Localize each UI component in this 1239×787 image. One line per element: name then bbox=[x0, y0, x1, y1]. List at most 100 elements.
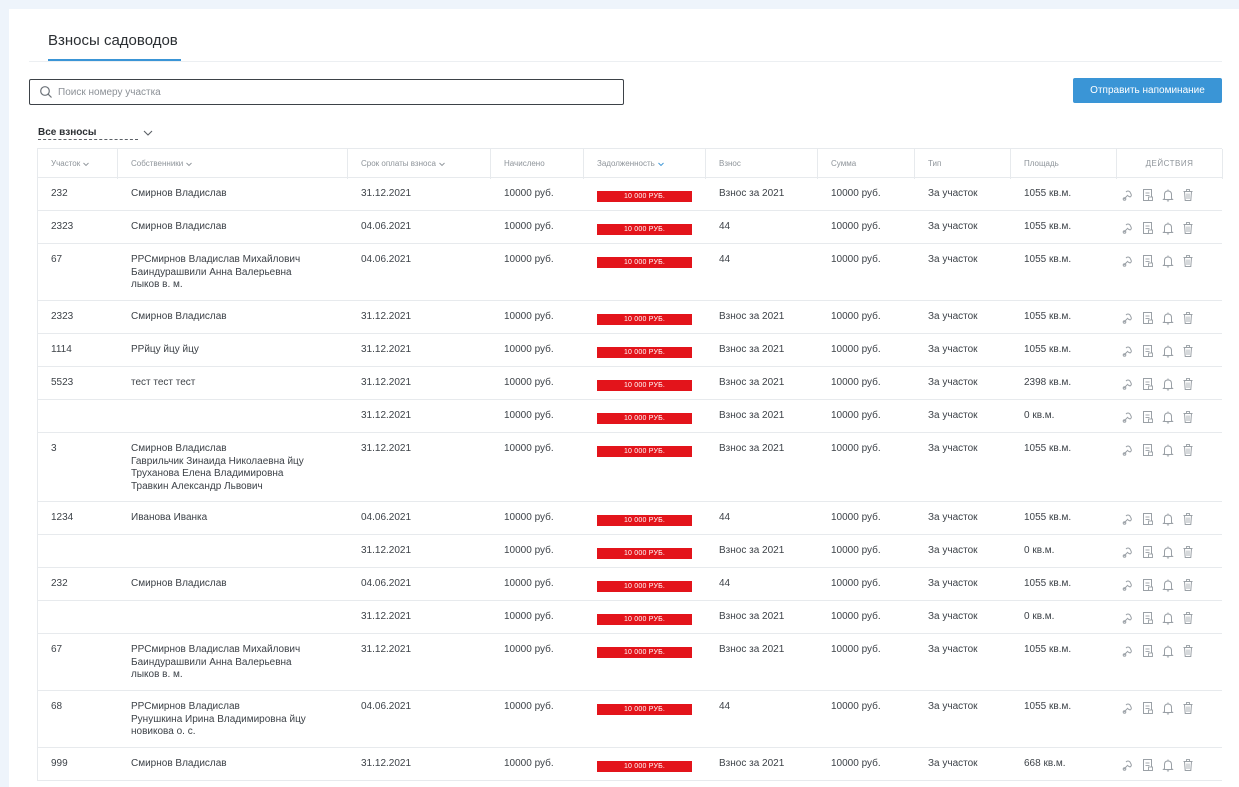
document-icon[interactable] bbox=[1141, 254, 1155, 268]
trash-icon[interactable] bbox=[1181, 254, 1195, 268]
pay-icon[interactable] bbox=[1121, 758, 1135, 772]
table-row[interactable]: 31.12.2021 10000 руб. Взнос за 2021 10000 р… bbox=[38, 535, 1222, 568]
pay-icon[interactable] bbox=[1121, 254, 1135, 268]
table-row[interactable]: 68 РРСмирнов Владислав Рунушкина Ирина Вла… bbox=[38, 691, 1222, 748]
pay-icon[interactable] bbox=[1121, 545, 1135, 559]
bell-icon[interactable] bbox=[1161, 758, 1175, 772]
pay-icon[interactable] bbox=[1121, 578, 1135, 592]
document-icon[interactable] bbox=[1141, 221, 1155, 235]
pay-icon[interactable] bbox=[1121, 611, 1135, 625]
document-icon[interactable] bbox=[1141, 644, 1155, 658]
sum-cell: 10000 руб. bbox=[831, 701, 881, 712]
send-reminder-button[interactable]: Отправить напоминание bbox=[1073, 78, 1222, 103]
bell-icon[interactable] bbox=[1161, 611, 1175, 625]
table-row[interactable]: 999 Смирнов Владислав 31.12.2021 10000 руб.… bbox=[38, 748, 1222, 781]
bell-icon[interactable] bbox=[1161, 644, 1175, 658]
document-icon[interactable] bbox=[1141, 377, 1155, 391]
trash-icon[interactable] bbox=[1181, 758, 1195, 772]
document-icon[interactable] bbox=[1141, 188, 1155, 202]
table-row[interactable]: 31.12.2021 10000 руб. Взнос за 2021 10000 р… bbox=[38, 601, 1222, 634]
trash-icon[interactable] bbox=[1181, 545, 1195, 559]
table-row[interactable]: 31.12.2021 10000 руб. Взнос за 2021 10000 р… bbox=[38, 400, 1222, 433]
document-icon[interactable] bbox=[1141, 443, 1155, 457]
document-icon[interactable] bbox=[1141, 758, 1155, 772]
document-icon[interactable] bbox=[1141, 344, 1155, 358]
fee-cell: Взнос за 2021 bbox=[719, 644, 785, 655]
pay-icon[interactable] bbox=[1121, 410, 1135, 424]
trash-icon[interactable] bbox=[1181, 188, 1195, 202]
table-row[interactable]: 5523 тест тест тест 31.12.2021 10000 руб. Вз… bbox=[38, 367, 1222, 400]
owner-name: Рунушкина Ирина Владимировна йцу bbox=[131, 713, 306, 725]
trash-icon[interactable] bbox=[1181, 344, 1195, 358]
document-icon[interactable] bbox=[1141, 611, 1155, 625]
pay-icon[interactable] bbox=[1121, 311, 1135, 325]
debt-badge: 10 000 РУБ. bbox=[597, 314, 692, 325]
column-header-owners[interactable]: Собственники bbox=[118, 149, 348, 179]
column-header-plot[interactable]: Участок bbox=[38, 149, 118, 179]
column-header-actions: ДЕЙСТВИЯ bbox=[1117, 149, 1223, 179]
bell-icon[interactable] bbox=[1161, 512, 1175, 526]
fee-filter-dropdown[interactable]: Все взносы bbox=[38, 125, 154, 141]
accrued-cell: 10000 руб. bbox=[504, 758, 554, 769]
document-icon[interactable] bbox=[1141, 578, 1155, 592]
bell-icon[interactable] bbox=[1161, 254, 1175, 268]
debt-badge: 10 000 РУБ. bbox=[597, 515, 692, 526]
table-row[interactable]: 67 РРСмирнов Владислав Михайлович Баиндура… bbox=[38, 634, 1222, 691]
bell-icon[interactable] bbox=[1161, 344, 1175, 358]
bell-icon[interactable] bbox=[1161, 701, 1175, 715]
bell-icon[interactable] bbox=[1161, 545, 1175, 559]
column-header-debt[interactable]: Задолженность bbox=[584, 149, 706, 179]
column-header-due-date[interactable]: Срок оплаты взноса bbox=[348, 149, 491, 179]
due-date-cell: 04.06.2021 bbox=[361, 254, 412, 265]
table-row[interactable]: 67 РРСмирнов Владислав Михайлович Баиндура… bbox=[38, 244, 1222, 301]
trash-icon[interactable] bbox=[1181, 512, 1195, 526]
tab-garden-fees[interactable]: Взносы садоводов bbox=[48, 20, 178, 62]
trash-icon[interactable] bbox=[1181, 578, 1195, 592]
bell-icon[interactable] bbox=[1161, 377, 1175, 391]
document-icon[interactable] bbox=[1141, 701, 1155, 715]
pay-icon[interactable] bbox=[1121, 443, 1135, 457]
bell-icon[interactable] bbox=[1161, 443, 1175, 457]
document-icon[interactable] bbox=[1141, 512, 1155, 526]
document-icon[interactable] bbox=[1141, 545, 1155, 559]
accrued-cell: 10000 руб. bbox=[504, 701, 554, 712]
sum-cell: 10000 руб. bbox=[831, 578, 881, 589]
pay-icon[interactable] bbox=[1121, 344, 1135, 358]
plot-cell: 999 bbox=[51, 758, 68, 769]
trash-icon[interactable] bbox=[1181, 611, 1195, 625]
type-cell: За участок bbox=[928, 545, 978, 556]
owner-name: РРСмирнов Владислав bbox=[131, 701, 240, 712]
trash-icon[interactable] bbox=[1181, 221, 1195, 235]
table-row[interactable]: 2323 Смирнов Владислав 31.12.2021 10000 руб… bbox=[38, 301, 1222, 334]
table-row[interactable]: 1234 Иванова Иванка 04.06.2021 10000 руб. 44… bbox=[38, 502, 1222, 535]
accrued-cell: 10000 руб. bbox=[504, 344, 554, 355]
accrued-cell: 10000 руб. bbox=[504, 254, 554, 265]
document-icon[interactable] bbox=[1141, 410, 1155, 424]
pay-icon[interactable] bbox=[1121, 512, 1135, 526]
table-row[interactable]: 232 Смирнов Владислав 04.06.2021 10000 руб.… bbox=[38, 568, 1222, 601]
pay-icon[interactable] bbox=[1121, 377, 1135, 391]
type-cell: За участок bbox=[928, 578, 978, 589]
bell-icon[interactable] bbox=[1161, 578, 1175, 592]
table-row[interactable]: 3 Смирнов Владислав Гаврильчик Зинаида Ник… bbox=[38, 433, 1222, 502]
trash-icon[interactable] bbox=[1181, 311, 1195, 325]
document-icon[interactable] bbox=[1141, 311, 1155, 325]
owner-name: Смирнов Владислав bbox=[131, 443, 227, 454]
search-input[interactable] bbox=[58, 83, 613, 101]
bell-icon[interactable] bbox=[1161, 221, 1175, 235]
trash-icon[interactable] bbox=[1181, 644, 1195, 658]
pay-icon[interactable] bbox=[1121, 221, 1135, 235]
trash-icon[interactable] bbox=[1181, 410, 1195, 424]
bell-icon[interactable] bbox=[1161, 311, 1175, 325]
bell-icon[interactable] bbox=[1161, 188, 1175, 202]
pay-icon[interactable] bbox=[1121, 701, 1135, 715]
table-row[interactable]: 2323 Смирнов Владислав 04.06.2021 10000 руб… bbox=[38, 211, 1222, 244]
bell-icon[interactable] bbox=[1161, 410, 1175, 424]
trash-icon[interactable] bbox=[1181, 443, 1195, 457]
trash-icon[interactable] bbox=[1181, 701, 1195, 715]
trash-icon[interactable] bbox=[1181, 377, 1195, 391]
table-row[interactable]: 1114 РРйцу йцу йцу 31.12.2021 10000 руб. Взн… bbox=[38, 334, 1222, 367]
pay-icon[interactable] bbox=[1121, 188, 1135, 202]
table-row[interactable]: 232 Смирнов Владислав 31.12.2021 10000 руб.… bbox=[38, 178, 1222, 211]
pay-icon[interactable] bbox=[1121, 644, 1135, 658]
